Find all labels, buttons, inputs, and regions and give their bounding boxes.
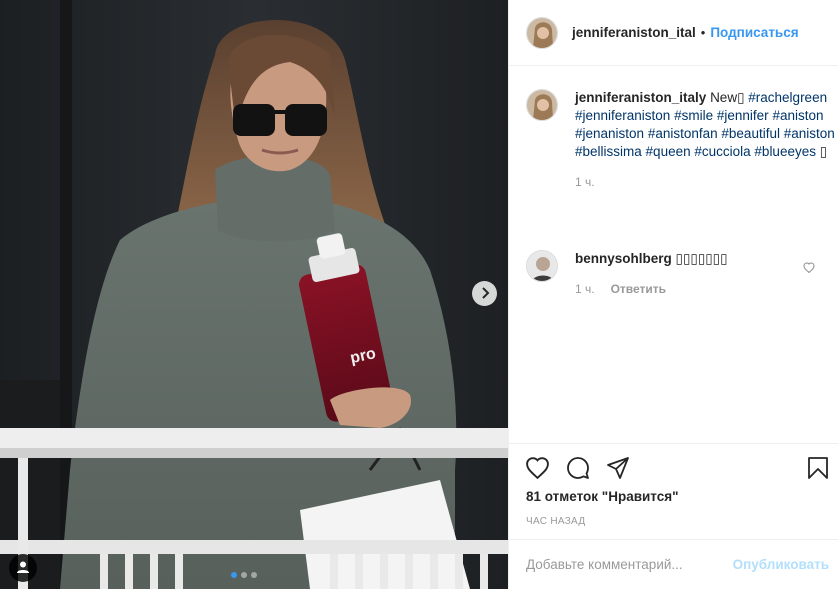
post-time: ЧАС НАЗАД bbox=[526, 516, 586, 527]
hashtag-link[interactable]: #rachelgreen bbox=[748, 90, 827, 105]
follow-button[interactable]: Подписаться bbox=[710, 25, 798, 40]
next-photo-button[interactable] bbox=[472, 281, 497, 306]
hashtag-link[interactable]: #beautiful bbox=[721, 126, 780, 141]
post-header: jenniferaniston_ital • Подписаться bbox=[509, 0, 838, 66]
post-photo[interactable]: pro bbox=[0, 0, 508, 589]
comment-icon bbox=[566, 456, 590, 483]
header-username[interactable]: jenniferaniston_ital bbox=[572, 25, 696, 40]
comment-input[interactable] bbox=[526, 557, 726, 572]
share-button[interactable] bbox=[606, 456, 630, 483]
comment-item: bennysohlberg ▯▯▯▯▯▯▯ 1 ч. Ответить bbox=[526, 250, 835, 298]
heart-icon bbox=[803, 260, 815, 276]
caption-word: New bbox=[710, 90, 738, 105]
avatar[interactable] bbox=[526, 250, 558, 282]
hashtag-link[interactable]: #cucciola bbox=[694, 144, 750, 159]
avatar[interactable] bbox=[526, 89, 558, 121]
caption-text: jenniferaniston_italy New▯ #rachelgreen … bbox=[575, 89, 835, 161]
hashtag-link[interactable]: #jenniferaniston bbox=[575, 108, 670, 123]
comment-meta: 1 ч. Ответить bbox=[575, 280, 835, 298]
comments-list[interactable]: jenniferaniston_italy New▯ #rachelgreen … bbox=[509, 67, 838, 443]
add-comment-bar: Опубликовать bbox=[509, 539, 838, 589]
bookmark-icon bbox=[807, 457, 829, 483]
post-dialog: pro jenniferaniston_ital • Подписаться j… bbox=[0, 0, 838, 589]
carousel-dot bbox=[241, 572, 247, 578]
hashtag-link[interactable]: #aniston bbox=[784, 126, 835, 141]
hashtag-link[interactable]: #bellissima bbox=[575, 144, 642, 159]
caption-time[interactable]: 1 ч. bbox=[575, 173, 595, 191]
post-actions: 81 отметок "Нравится" ЧАС НАЗАД bbox=[509, 443, 838, 539]
user-icon bbox=[16, 560, 30, 577]
carousel-dot bbox=[251, 572, 257, 578]
heart-icon bbox=[525, 456, 550, 482]
hashtag-link[interactable]: #anistonfan bbox=[648, 126, 718, 141]
hashtag-link[interactable]: #aniston bbox=[772, 108, 823, 123]
post-side-panel: jenniferaniston_ital • Подписаться jenni… bbox=[508, 0, 838, 589]
publish-button[interactable]: Опубликовать bbox=[733, 557, 829, 572]
hashtag-link[interactable]: #jenaniston bbox=[575, 126, 644, 141]
comment-body: ▯▯▯▯▯▯▯ bbox=[675, 251, 728, 266]
emoji-glyph: ▯ bbox=[819, 144, 828, 159]
caption-meta: 1 ч. bbox=[575, 173, 835, 191]
caption-username[interactable]: jenniferaniston_italy bbox=[575, 90, 706, 105]
chevron-right-icon bbox=[480, 286, 490, 302]
likes-count[interactable]: 81 отметок "Нравится" bbox=[526, 489, 679, 504]
carousel-dots bbox=[231, 572, 257, 578]
avatar[interactable] bbox=[526, 16, 558, 49]
photo-scene: pro bbox=[0, 0, 508, 589]
user-tags-button[interactable] bbox=[9, 554, 37, 582]
hashtag-link[interactable]: #smile bbox=[674, 108, 713, 123]
emoji-glyph: ▯ bbox=[737, 90, 745, 105]
header-separator: • bbox=[700, 25, 706, 40]
comment-button[interactable] bbox=[566, 456, 590, 483]
like-button[interactable] bbox=[525, 456, 550, 483]
comment-like-button[interactable] bbox=[803, 260, 815, 276]
share-icon bbox=[606, 456, 630, 483]
comment-text: bennysohlberg ▯▯▯▯▯▯▯ bbox=[575, 250, 835, 268]
hashtag-link[interactable]: #queen bbox=[646, 144, 691, 159]
hashtag-link[interactable]: #blueeyes bbox=[754, 144, 816, 159]
carousel-dot bbox=[231, 572, 237, 578]
hashtag-link[interactable]: #jennifer bbox=[717, 108, 769, 123]
reply-button[interactable]: Ответить bbox=[611, 280, 666, 298]
caption: jenniferaniston_italy New▯ #rachelgreen … bbox=[526, 89, 835, 191]
comment-time[interactable]: 1 ч. bbox=[575, 280, 595, 298]
comment-username[interactable]: bennysohlberg bbox=[575, 251, 672, 266]
save-button[interactable] bbox=[807, 456, 829, 483]
